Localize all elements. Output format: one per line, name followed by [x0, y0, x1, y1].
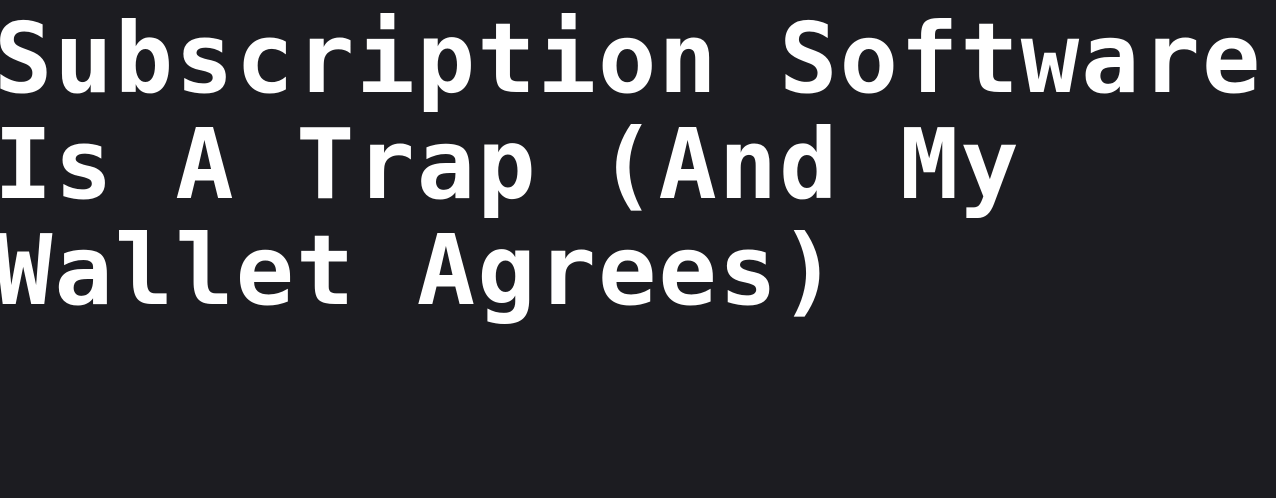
page-canvas: Subscription Software Is A Trap (And My … — [0, 0, 1276, 498]
headline-line-1: Subscription Software — [0, 2, 1263, 115]
headline-line-3: Wallet Agrees) — [0, 214, 840, 327]
headline-line-2: Is A Trap (And My — [0, 108, 1021, 221]
headline-title: Subscription Software Is A Trap (And My … — [0, 6, 1276, 324]
